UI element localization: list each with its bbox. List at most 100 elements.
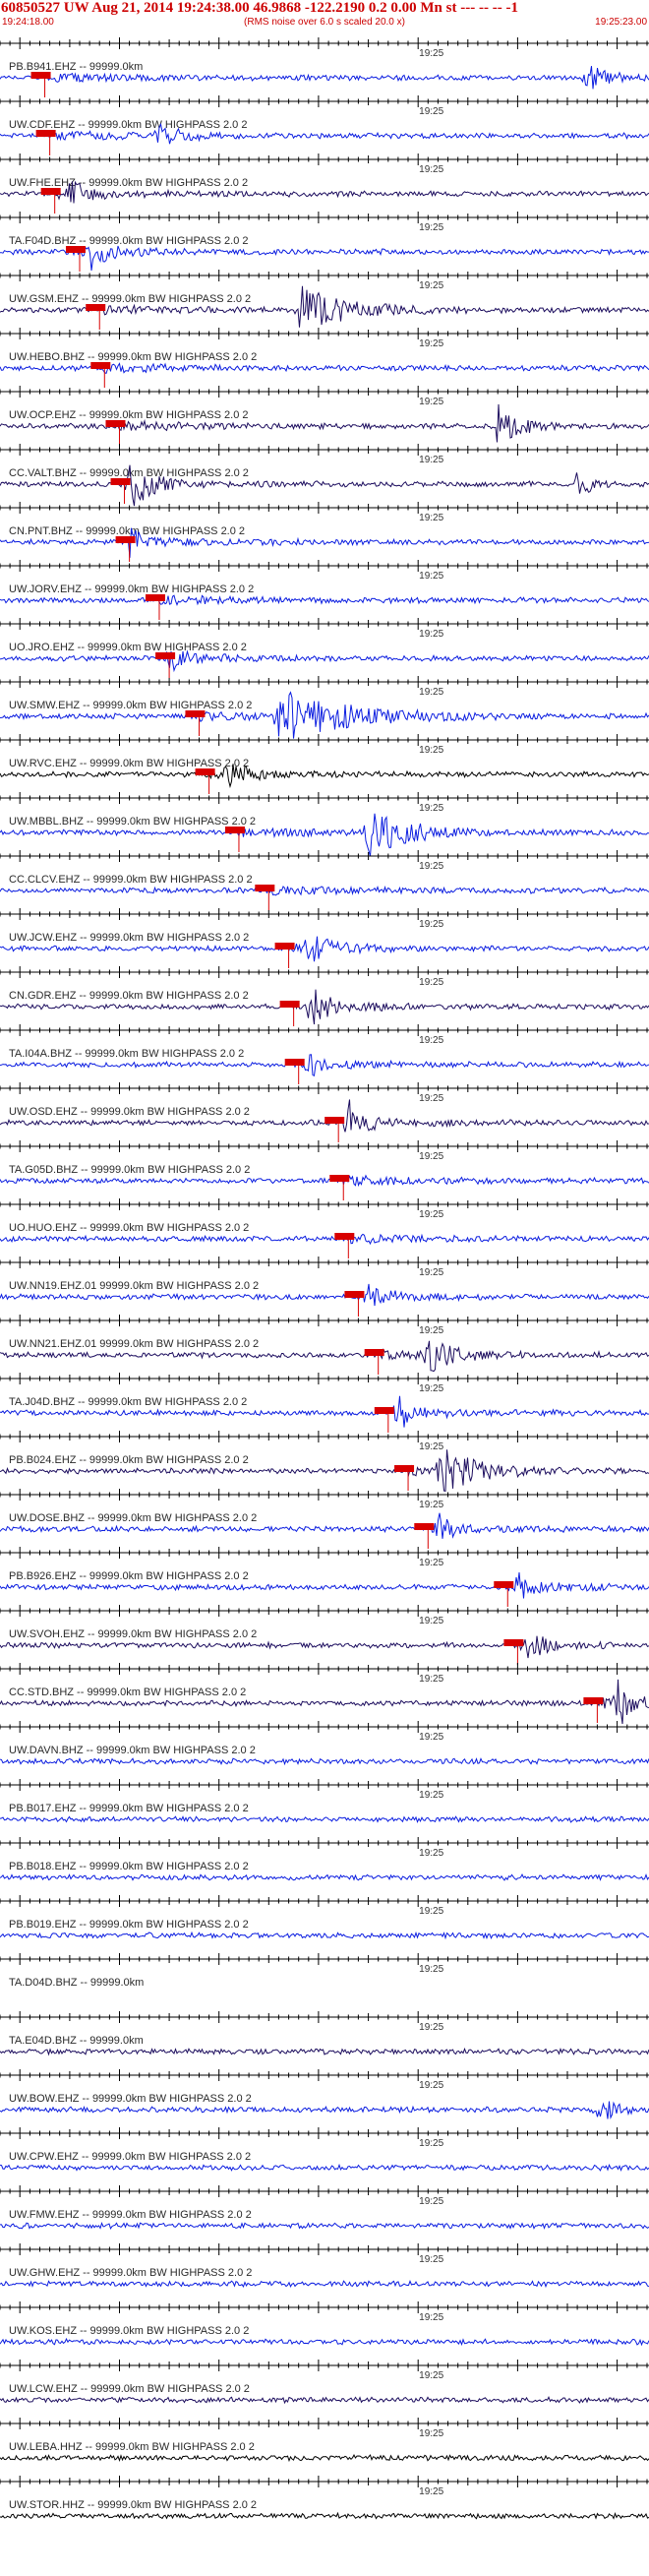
station-label: UW.GSM.EHZ -- 99999.0km BW HIGHPASS 2.0 … [9, 293, 251, 305]
tick-label: 19:25 [419, 164, 443, 175]
tick-label: 19:25 [419, 2486, 443, 2497]
trace-row: 19:25 TA.J04D.BHZ -- 99999.0km BW HIGHPAS… [0, 1373, 649, 1433]
trace-row: 19:25 UW.FHE.EHZ -- 99999.0km BW HIGHPASS… [0, 153, 649, 214]
station-label: UW.JCW.EHZ -- 99999.0km BW HIGHPASS 2.0 … [9, 932, 249, 944]
station-label: UW.RVC.EHZ -- 99999.0km BW HIGHPASS 2.0 … [9, 758, 249, 769]
trace-row: 19:25 UW.NN21.EHZ.01 99999.0km BW HIGHPAS… [0, 1315, 649, 1375]
pick-flag [583, 1697, 604, 1704]
trace-row: 19:25 UW.MBBL.BHZ -- 99999.0km BW HIGHPAS… [0, 792, 649, 857]
event-header-title: 60850527 UW Aug 21, 2014 19:24:38.00 46.… [1, 0, 518, 16]
trace-row: 19:25 PB.B941.EHZ -- 99999.0km [0, 37, 649, 97]
station-label: UW.SMW.EHZ -- 99999.0km BW HIGHPASS 2.0 … [9, 700, 252, 711]
station-label: UW.BOW.EHZ -- 99999.0km BW HIGHPASS 2.0 … [9, 2093, 252, 2105]
pick-flag [394, 1465, 415, 1472]
tick-label: 19:25 [419, 1964, 443, 1975]
window-end-time: 19:25:23.00 [595, 17, 647, 28]
tick-label: 19:25 [419, 2312, 443, 2323]
pick-flag [155, 652, 176, 659]
trace-row: 19:25 CN.PNT.BHZ -- 99999.0km BW HIGHPASS… [0, 502, 649, 562]
station-label: UW.LCW.EHZ -- 99999.0km BW HIGHPASS 2.0 … [9, 2383, 250, 2395]
seismic-waveform [0, 2163, 649, 2173]
pick-flag [40, 188, 61, 195]
seismic-waveform [0, 1872, 649, 1881]
tick-label: 19:25 [419, 1383, 443, 1394]
tick-label: 19:25 [419, 2196, 443, 2207]
station-label: UW.DOSE.BHZ -- 99999.0km BW HIGHPASS 2.0… [9, 1512, 257, 1524]
trace-row: 19:25 PB.B024.EHZ -- 99999.0km BW HIGHPAS… [0, 1431, 649, 1493]
seismic-waveform [0, 2396, 649, 2405]
station-label: UO.HUO.EHZ -- 99999.0km BW HIGHPASS 2.0 … [9, 1222, 249, 1234]
trace-row: 19:25 UW.NN19.EHZ.01 99999.0km BW HIGHPAS… [0, 1257, 649, 1317]
tick-label: 19:25 [419, 106, 443, 117]
station-label: CC.STD.BHZ -- 99999.0km BW HIGHPASS 2.0 … [9, 1687, 246, 1698]
tick-label: 19:25 [419, 977, 443, 988]
pick-flag [274, 943, 295, 950]
station-label: UO.JRO.EHZ -- 99999.0km BW HIGHPASS 2.0 … [9, 642, 247, 653]
pick-flag [185, 710, 206, 717]
pick-flag [329, 1175, 350, 1182]
trace-row: 19:25 UW.FMW.EHZ -- 99999.0km BW HIGHPASS… [0, 2185, 649, 2231]
station-label: PB.B024.EHZ -- 99999.0km BW HIGHPASS 2.0… [9, 1454, 249, 1466]
trace-row: 19:25 UW.KOS.EHZ -- 99999.0km BW HIGHPASS… [0, 2301, 649, 2347]
station-label: PB.B018.EHZ -- 99999.0km BW HIGHPASS 2.0… [9, 1861, 249, 1872]
pick-flag [105, 420, 126, 427]
pick-flag [110, 478, 131, 485]
station-label: TA.I04A.BHZ -- 99999.0km BW HIGHPASS 2.0… [9, 1048, 244, 1060]
pick-flag [503, 1639, 524, 1646]
tick-label: 19:25 [419, 1790, 443, 1801]
trace-row: 19:25 UW.CDF.EHZ -- 99999.0km BW HIGHPASS… [0, 95, 649, 155]
station-label: UW.NN19.EHZ.01 99999.0km BW HIGHPASS 2.0… [9, 1280, 259, 1292]
station-label: UW.SVOH.EHZ -- 99999.0km BW HIGHPASS 2.0… [9, 1628, 257, 1640]
tick-label: 19:25 [419, 1500, 443, 1510]
trace-row: 19:25 UW.BOW.EHZ -- 99999.0km BW HIGHPASS… [0, 2069, 649, 2119]
trace-row: 19:25 UO.JRO.EHZ -- 99999.0km BW HIGHPASS… [0, 618, 649, 678]
tick-label: 19:25 [419, 2370, 443, 2381]
tick-label: 19:25 [419, 2254, 443, 2265]
pick-flag [344, 1291, 365, 1298]
tick-label: 19:25 [419, 1674, 443, 1685]
pick-flag [115, 536, 136, 543]
trace-row: 19:25 UW.JORV.EHZ -- 99999.0km BW HIGHPAS… [0, 560, 649, 620]
pick-flag [284, 1059, 305, 1066]
seismogram-plot: 19:25 PB.B941.EHZ -- 99999.0km 19:25 UW.CDF… [0, 37, 649, 2520]
trace-row: 19:25 UW.GHW.EHZ -- 99999.0km BW HIGHPASS… [0, 2243, 649, 2289]
trace-row: 19:25 CN.GDR.EHZ -- 99999.0km BW HIGHPASS… [0, 966, 649, 1026]
station-label: CC.CLCV.EHZ -- 99999.0km BW HIGHPASS 2.0… [9, 874, 253, 886]
pick-flag [30, 72, 51, 79]
station-label: UW.LEBA.HHZ -- 99999.0km BW HIGHPASS 2.0… [9, 2441, 255, 2453]
station-label: UW.HEBO.BHZ -- 99999.0km BW HIGHPASS 2.0… [9, 351, 257, 363]
station-label: UW.FMW.EHZ -- 99999.0km BW HIGHPASS 2.0 … [9, 2209, 252, 2221]
seismic-waveform [0, 594, 649, 606]
seismic-waveform [0, 1757, 649, 1766]
tick-label: 19:25 [419, 1732, 443, 1743]
tick-label: 19:25 [419, 629, 443, 640]
pick-flag [324, 1117, 345, 1124]
pick-flag [279, 1001, 300, 1008]
tick-label: 19:25 [419, 745, 443, 756]
tick-label: 19:25 [419, 397, 443, 407]
trace-row: 19:25 UW.OSD.EHZ -- 99999.0km BW HIGHPASS… [0, 1082, 649, 1142]
pick-flag [494, 1581, 514, 1588]
trace-row: 19:25 UW.DAVN.BHZ -- 99999.0km BW HIGHPAS… [0, 1721, 649, 1766]
pick-flag [224, 827, 245, 833]
station-label: UW.MBBL.BHZ -- 99999.0km BW HIGHPASS 2.0… [9, 816, 256, 828]
trace-row: 19:25 TA.G05D.BHZ -- 99999.0km BW HIGHPAS… [0, 1140, 649, 1200]
station-label: UW.KOS.EHZ -- 99999.0km BW HIGHPASS 2.0 … [9, 2325, 249, 2337]
tick-label: 19:25 [419, 919, 443, 930]
seismic-waveform [0, 2047, 649, 2056]
station-label: UW.DAVN.BHZ -- 99999.0km BW HIGHPASS 2.0… [9, 1745, 256, 1756]
seismic-waveform [0, 2511, 649, 2520]
trace-row: 19:25 PB.B018.EHZ -- 99999.0km BW HIGHPAS… [0, 1837, 649, 1881]
station-label: TA.D04D.BHZ -- 99999.0km [9, 1977, 144, 1989]
pick-flag [35, 130, 56, 137]
station-label: TA.E04D.BHZ -- 99999.0km [9, 2035, 144, 2047]
pick-flag [195, 768, 215, 775]
tick-label: 19:25 [419, 1558, 443, 1568]
tick-label: 19:25 [419, 2080, 443, 2091]
tick-label: 19:25 [419, 1035, 443, 1046]
pick-flag [145, 594, 165, 601]
trace-row: 19:25 UW.CPW.EHZ -- 99999.0km BW HIGHPASS… [0, 2127, 649, 2173]
trace-row: 19:25 TA.I04A.BHZ -- 99999.0km BW HIGHPAS… [0, 1024, 649, 1084]
pick-flag [255, 885, 275, 891]
tick-label: 19:25 [419, 2138, 443, 2149]
